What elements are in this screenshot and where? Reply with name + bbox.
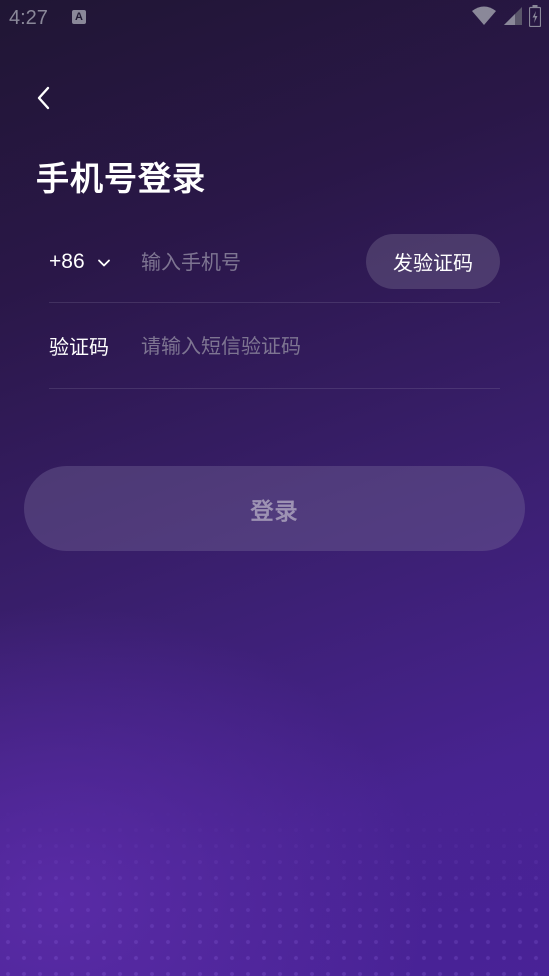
status-icons	[471, 5, 542, 31]
phone-row: +86 发验证码	[49, 232, 500, 292]
code-row: 验证码	[49, 317, 500, 377]
status-bar: 4:27 A	[0, 0, 549, 36]
country-code-selector[interactable]: +86	[49, 246, 111, 278]
send-code-button[interactable]: 发验证码	[366, 234, 500, 289]
sms-code-input[interactable]	[141, 330, 481, 362]
login-button[interactable]: 登录	[24, 466, 525, 551]
wifi-icon	[471, 6, 497, 30]
status-time: 4:27	[9, 7, 48, 29]
country-code-value: +86	[49, 250, 85, 273]
code-label: 验证码	[49, 335, 109, 359]
notification-icon: A	[72, 10, 86, 24]
chevron-down-icon	[97, 253, 111, 272]
page-title: 手机号登录	[36, 159, 206, 198]
dotted-wave-decoration	[0, 806, 549, 976]
phone-input[interactable]	[141, 246, 361, 278]
phone-divider	[49, 302, 500, 303]
signal-icon	[503, 6, 523, 30]
battery-icon	[528, 5, 542, 31]
code-divider	[49, 388, 500, 389]
chevron-left-icon	[36, 85, 52, 115]
login-screen: 4:27 A 手机号登录 +86 输入手机号 发验证码 验证码 请输入短信验证码…	[0, 0, 549, 976]
back-button[interactable]	[26, 82, 62, 118]
